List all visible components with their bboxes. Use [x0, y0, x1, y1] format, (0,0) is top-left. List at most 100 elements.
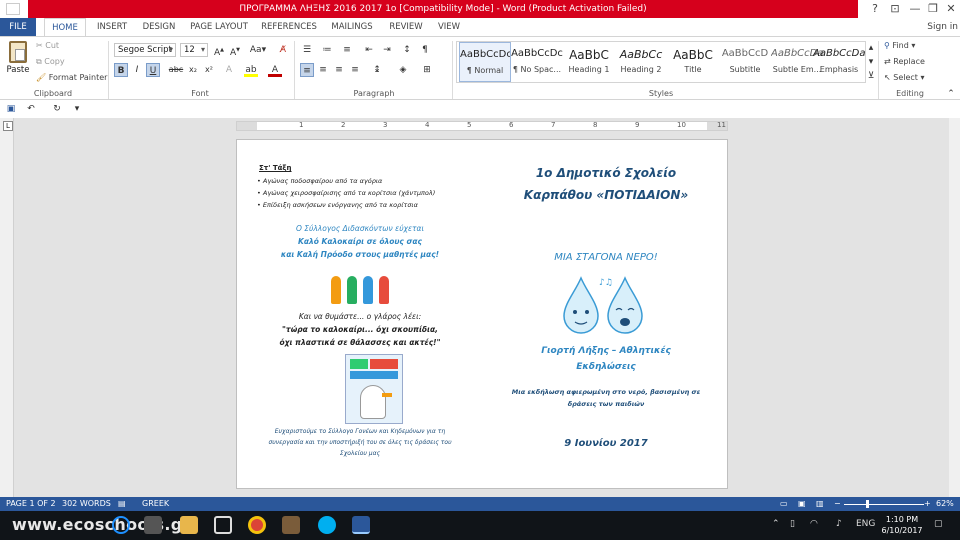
line-spacing-icon[interactable]: ↨	[370, 63, 384, 77]
language-indicator[interactable]: GREEK	[142, 497, 169, 511]
justify-icon[interactable]: ≡	[348, 63, 362, 77]
align-center-icon[interactable]: ≡	[316, 63, 330, 77]
word-app-icon[interactable]	[6, 3, 20, 15]
sort-icon[interactable]: ↕	[400, 43, 414, 57]
skype-icon[interactable]	[318, 516, 336, 534]
customize-qat-icon[interactable]: ▾	[70, 102, 84, 116]
zoom-in-button[interactable]: +	[924, 497, 931, 511]
select-button[interactable]: ↖ Select ▾	[884, 73, 925, 82]
store-icon[interactable]	[214, 516, 232, 534]
shading-icon[interactable]: ◈	[396, 63, 410, 77]
edge-icon[interactable]	[112, 516, 130, 534]
tab-mailings[interactable]: MAILINGS	[326, 18, 378, 36]
web-layout-icon[interactable]: ▥	[816, 497, 824, 511]
zoom-out-button[interactable]: −	[834, 497, 841, 511]
word-count[interactable]: 302 WORDS	[62, 497, 111, 511]
word-taskbar-icon[interactable]	[352, 516, 370, 534]
task-view-icon[interactable]	[144, 516, 162, 534]
multilevel-list-icon[interactable]: ≡	[340, 43, 354, 57]
font-size-combo[interactable]: 12	[180, 43, 208, 57]
wifi-icon[interactable]: ◠	[810, 519, 818, 529]
event-title-line: Εκδηλώσεις	[576, 362, 636, 372]
borders-icon[interactable]: ⊞	[420, 63, 434, 77]
replace-button[interactable]: ⇄ Replace	[884, 57, 925, 66]
style-heading-1[interactable]: AaBbC Heading 1	[563, 42, 615, 82]
tab-selector[interactable]: L	[3, 121, 13, 131]
style-heading-2[interactable]: AaBbCc Heading 2	[615, 42, 667, 82]
style-title[interactable]: AaBbC Title	[667, 42, 719, 82]
language-tray[interactable]: ENG	[856, 519, 875, 529]
page-count[interactable]: PAGE 1 OF 2	[6, 497, 56, 511]
shrink-font-icon[interactable]: A▼	[228, 43, 242, 58]
grow-font-icon[interactable]: A▲	[212, 43, 226, 58]
sign-in-link[interactable]: Sign in	[927, 18, 958, 36]
underline-button[interactable]: U	[146, 63, 160, 77]
tab-review[interactable]: REVIEW	[386, 18, 426, 36]
notifications-icon[interactable]: ▢	[934, 519, 943, 529]
tab-view[interactable]: VIEW	[432, 18, 466, 36]
styles-scroll-up-icon[interactable]: ▴	[866, 41, 876, 55]
replace-icon: ⇄	[884, 57, 894, 66]
styles-scroll-down-icon[interactable]: ▾	[866, 55, 876, 69]
font-name-combo[interactable]: Segoe Script	[114, 43, 176, 57]
reminder-line: Και να θυμάστε... ο γλάρος λέει:	[298, 312, 422, 321]
italic-button[interactable]: I	[130, 63, 144, 77]
cut-button[interactable]: ✂ Cut	[36, 41, 59, 50]
numbering-icon[interactable]: ≔	[320, 43, 334, 57]
file-explorer-icon[interactable]	[180, 516, 198, 534]
vertical-scrollbar[interactable]	[949, 118, 960, 497]
format-painter-button[interactable]: 🖌 Format Painter	[36, 73, 107, 82]
system-clock[interactable]: 1:10 PM 6/10/2017	[880, 514, 924, 536]
ribbon-display-button[interactable]: ⊡	[884, 0, 906, 18]
tab-insert[interactable]: INSERT	[90, 18, 134, 36]
find-button[interactable]: ⚲ Find ▾	[884, 41, 915, 50]
read-mode-icon[interactable]: ▭	[780, 497, 788, 511]
align-right-icon[interactable]: ≡	[332, 63, 346, 77]
undo-icon[interactable]: ↶	[24, 102, 38, 116]
show-formatting-button[interactable]: ¶	[418, 43, 432, 57]
volume-icon[interactable]: ♪	[836, 519, 842, 529]
chrome-icon[interactable]	[248, 516, 266, 534]
help-button[interactable]: ?	[864, 0, 886, 18]
paste-button[interactable]: Paste	[5, 41, 31, 75]
zoom-slider-thumb[interactable]	[866, 500, 869, 508]
tab-page-layout[interactable]: PAGE LAYOUT	[186, 18, 252, 36]
subscript-button[interactable]: x₂	[186, 63, 200, 77]
zoom-slider[interactable]	[844, 504, 924, 505]
print-layout-icon[interactable]: ▣	[798, 497, 806, 511]
bullets-icon[interactable]: ☰	[300, 43, 314, 57]
style-name: Heading 2	[620, 65, 662, 74]
app-icon[interactable]	[282, 516, 300, 534]
highlight-icon[interactable]: ab	[244, 63, 258, 77]
close-button[interactable]: ✕	[940, 0, 960, 18]
copy-button[interactable]: ⧉ Copy	[36, 57, 65, 67]
tab-home[interactable]: HOME	[44, 18, 86, 36]
clear-formatting-icon[interactable]: A̸	[276, 43, 290, 57]
align-left-icon[interactable]: ≡	[300, 63, 314, 77]
text-effects-icon[interactable]: A	[222, 63, 236, 77]
style-normal[interactable]: AaBbCcDc ¶ Normal	[459, 42, 511, 82]
decrease-indent-icon[interactable]: ⇤	[362, 43, 376, 57]
tab-references[interactable]: REFERENCES	[260, 18, 318, 36]
change-case-icon[interactable]: Aa▾	[248, 43, 268, 57]
tab-file[interactable]: FILE	[0, 18, 36, 36]
document-page[interactable]: Στ' Τάξη Αγώνας ποδοσφαίρου από τα αγόρι…	[236, 139, 728, 489]
save-icon[interactable]: ▣	[4, 102, 18, 116]
proofing-icon[interactable]: ▤	[118, 497, 126, 511]
collapse-ribbon-icon[interactable]: ⌃	[944, 87, 958, 101]
font-color-icon[interactable]: A	[268, 63, 282, 77]
style-no-spacing[interactable]: AaBbCcDc ¶ No Spac...	[511, 42, 563, 82]
increase-indent-icon[interactable]: ⇥	[380, 43, 394, 57]
style-emphasis[interactable]: AaBbCcDa Emphasis	[813, 42, 865, 82]
redo-icon[interactable]: ↻	[50, 102, 64, 116]
styles-more-icon[interactable]: ⊻	[866, 69, 876, 83]
superscript-button[interactable]: x²	[202, 63, 216, 77]
tab-design[interactable]: DESIGN	[138, 18, 180, 36]
bold-button[interactable]: B	[114, 63, 128, 77]
style-name: Emphasis	[819, 65, 859, 74]
strikethrough-button[interactable]: abc	[168, 63, 184, 77]
network-icon[interactable]: ▯	[790, 519, 795, 529]
tray-chevron-icon[interactable]: ⌃	[772, 519, 780, 529]
style-subtitle[interactable]: AaBbCcD Subtitle	[719, 42, 771, 82]
zoom-level[interactable]: 62%	[936, 497, 954, 511]
